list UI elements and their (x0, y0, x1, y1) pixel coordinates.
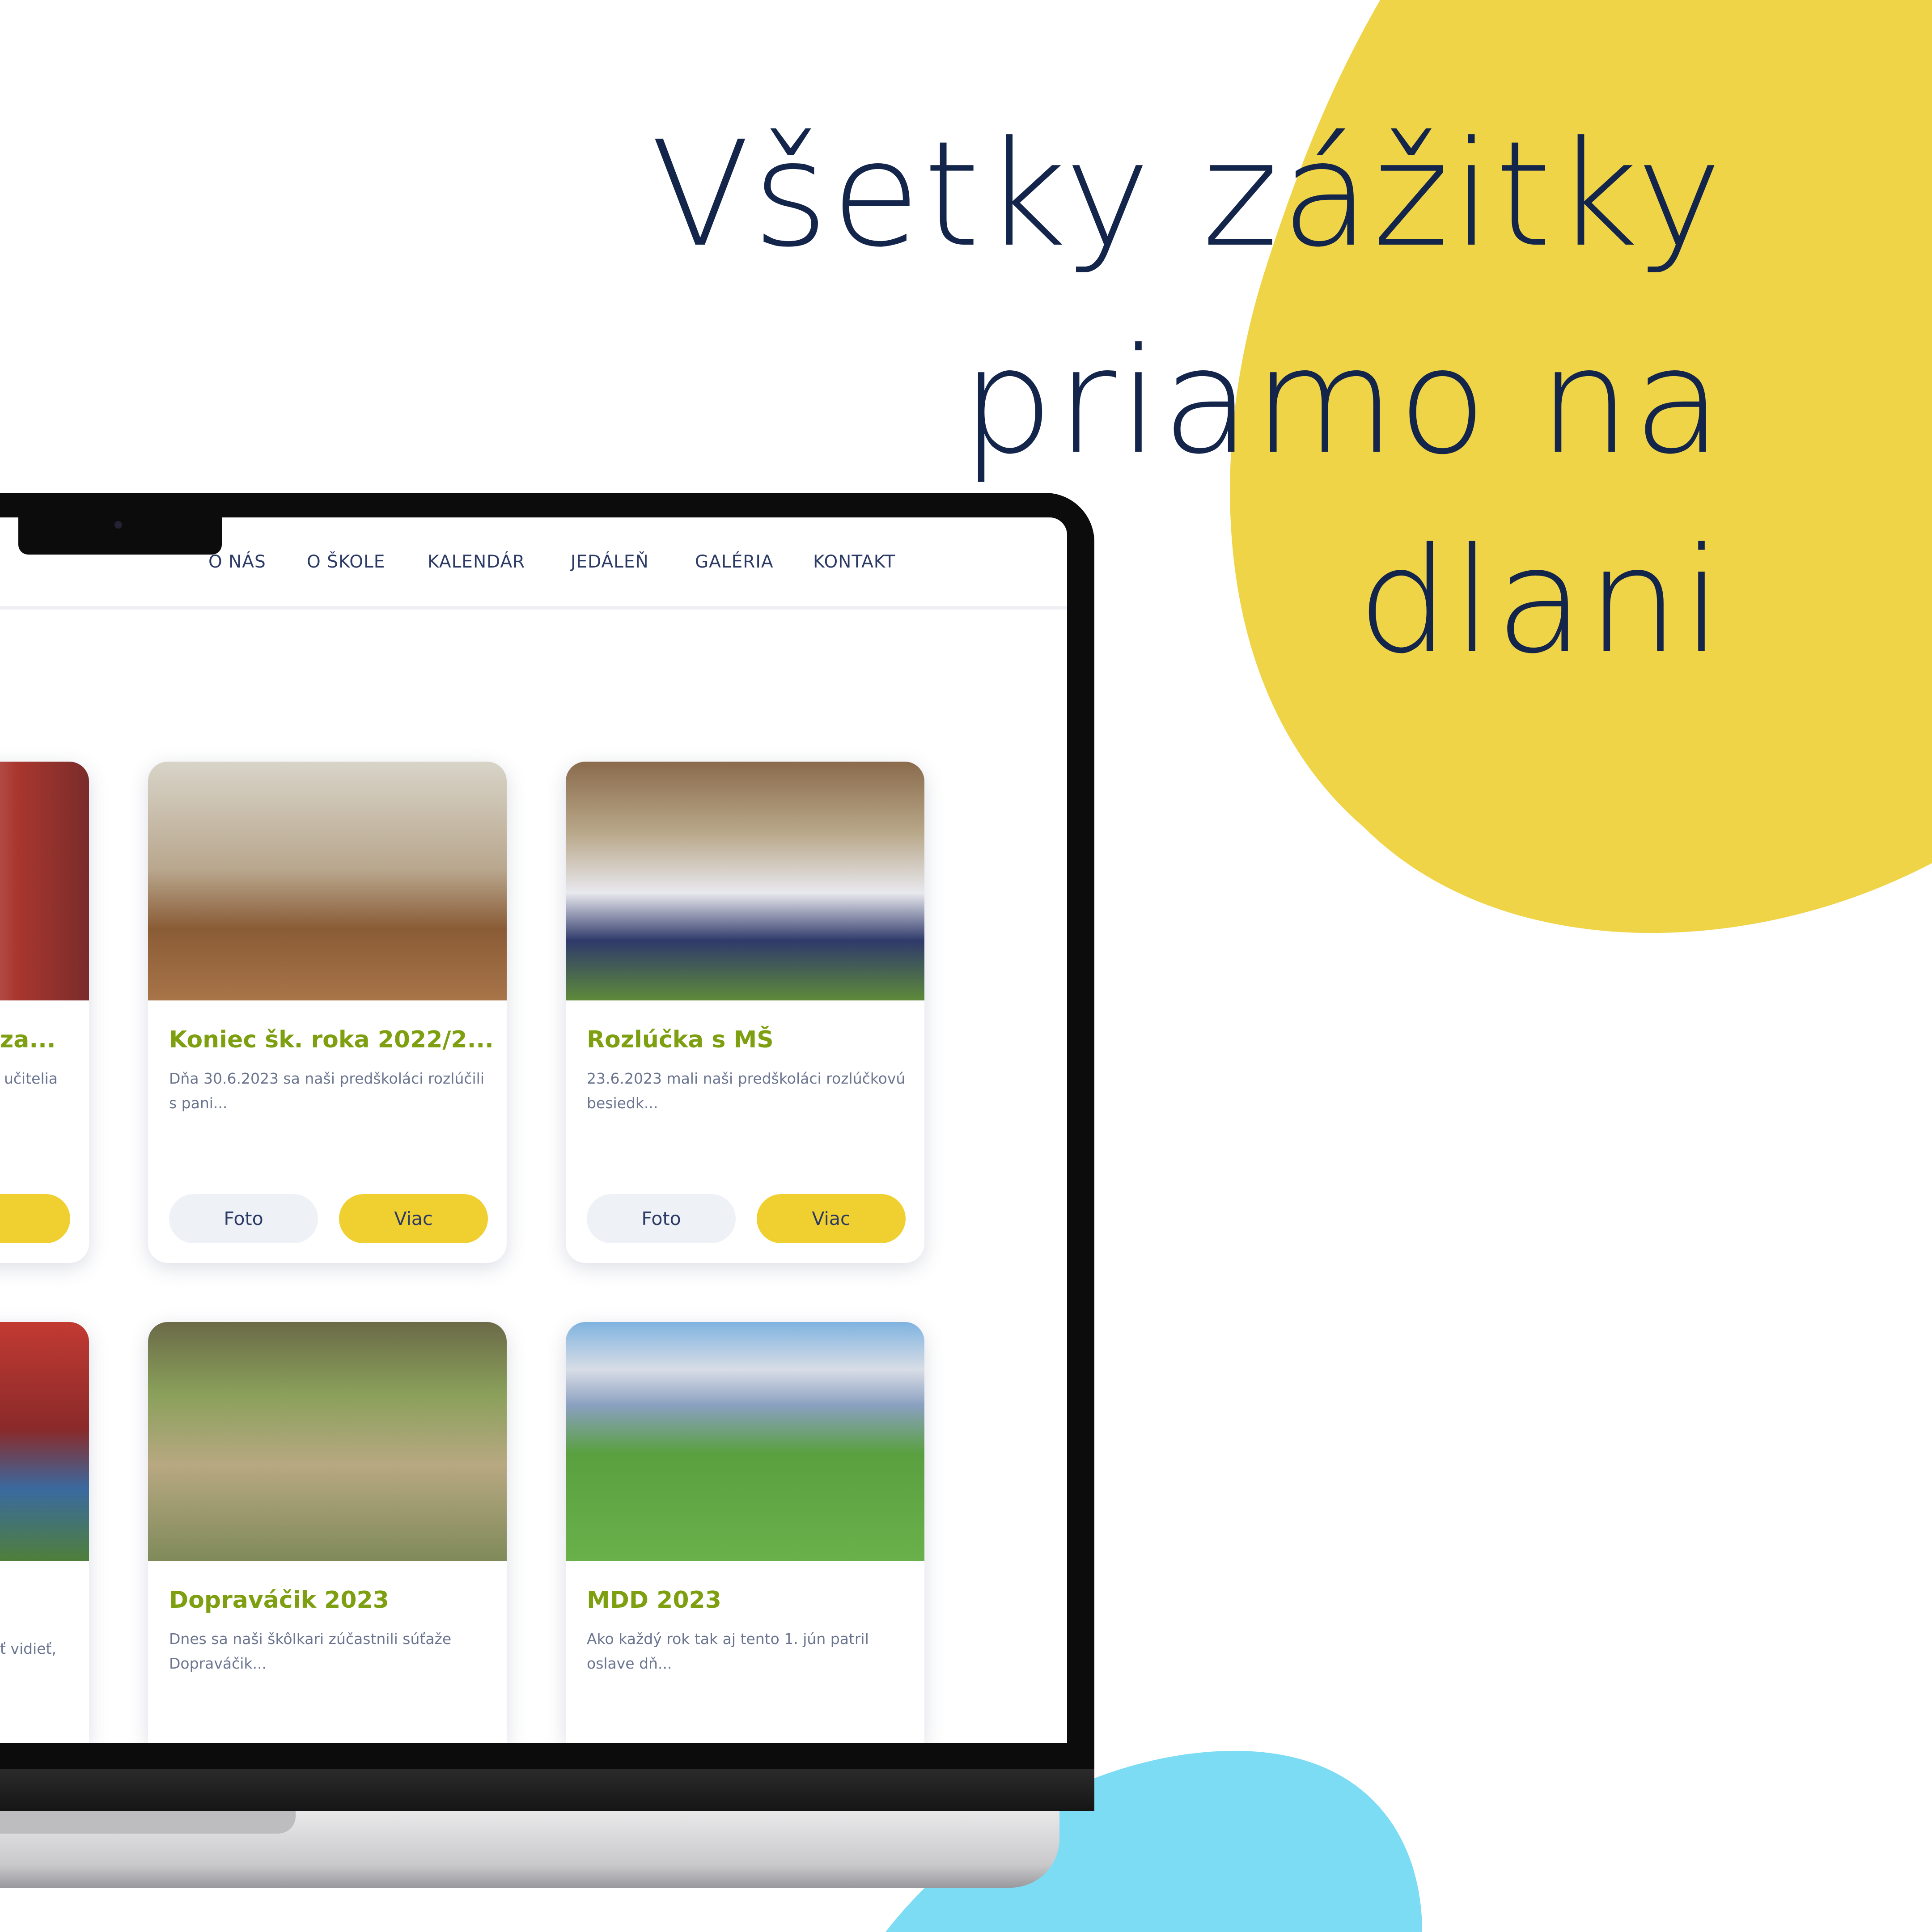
gallery-card: za... učitelia (0, 762, 89, 1263)
card-title[interactable]: za... (0, 1026, 56, 1053)
card-photo[interactable] (0, 762, 89, 1000)
nav-o-nas[interactable]: O NÁS (208, 552, 266, 572)
card-description: ť vidieť, (0, 1640, 56, 1657)
gallery-card: ť vidieť, (0, 1322, 89, 1743)
nav-kalendar[interactable]: KALENDÁR (428, 552, 525, 572)
card-title[interactable]: Dopraváčik 2023 (169, 1587, 389, 1614)
headline-line-2: priamo na (961, 317, 1725, 486)
laptop-screen: O NÁS O ŠKOLE KALENDÁR JEDÁLEŇ GALÉRIA K… (0, 517, 1067, 1743)
viac-button[interactable] (0, 1194, 70, 1243)
card-title[interactable]: Koniec šk. roka 2022/2... (169, 1026, 494, 1053)
foto-button[interactable]: Foto (587, 1194, 736, 1243)
nav-galeria[interactable]: GALÉRIA (695, 552, 774, 572)
gallery-card: Dopraváčik 2023 Dnes sa naši škôlkari zú… (148, 1322, 507, 1743)
camera-icon (114, 521, 122, 529)
card-photo[interactable] (0, 1322, 89, 1561)
laptop-opening-groove (0, 1811, 296, 1834)
nav-jedalen[interactable]: JEDÁLEŇ (571, 552, 649, 572)
nav-kontakt[interactable]: KONTAKT (813, 552, 895, 572)
card-photo[interactable] (148, 762, 507, 1000)
card-description: učitelia (4, 1070, 58, 1087)
card-photo[interactable] (566, 1322, 924, 1561)
card-description: Ako každý rok tak aj tento 1. jún patril… (587, 1630, 869, 1672)
gallery-card: MDD 2023 Ako každý rok tak aj tento 1. j… (566, 1322, 924, 1743)
headline-line-1: Všetky zážitky (650, 110, 1725, 279)
gallery-card: Koniec šk. roka 2022/2... Dňa 30.6.2023 … (148, 762, 507, 1263)
viac-button[interactable]: Viac (339, 1194, 488, 1243)
viac-button[interactable]: Viac (757, 1194, 906, 1243)
card-description: Dňa 30.6.2023 sa naši predškoláci rozlúč… (169, 1070, 485, 1112)
laptop-hinge (0, 1769, 1094, 1811)
card-description: Dnes sa naši škôlkari zúčastnili súťaže … (169, 1630, 452, 1672)
foto-button[interactable]: Foto (169, 1194, 318, 1243)
card-description: 23.6.2023 mali naši predškoláci rozlúčko… (587, 1070, 906, 1112)
card-title[interactable]: Rozlúčka s MŠ (587, 1026, 774, 1053)
headline-line-3: dlani (1357, 516, 1725, 686)
gallery-card: Rozlúčka s MŠ 23.6.2023 mali naši predšk… (566, 762, 924, 1263)
card-title[interactable]: MDD 2023 (587, 1587, 721, 1614)
card-photo[interactable] (148, 1322, 507, 1561)
nav-o-skole[interactable]: O ŠKOLE (307, 552, 385, 572)
card-photo[interactable] (566, 762, 924, 1000)
